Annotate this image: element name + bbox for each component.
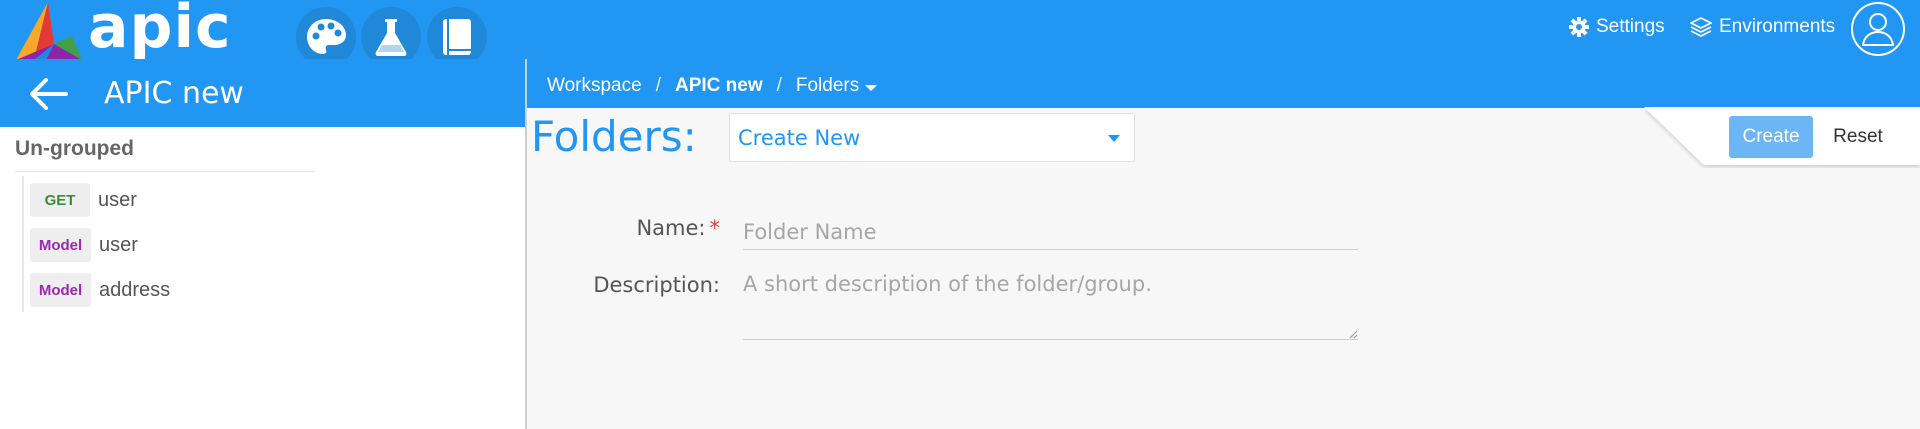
reset-button[interactable]: Reset (1822, 116, 1894, 158)
breadcrumb-folders: Folders (795, 75, 860, 96)
breadcrumb-folders-dropdown[interactable]: Folders (795, 75, 878, 97)
arrow-left-icon (30, 78, 68, 110)
gear-icon (1569, 17, 1589, 37)
breadcrumb: Workspace / APIC new / Folders (547, 75, 878, 97)
create-button[interactable]: Create (1729, 116, 1813, 158)
project-header: APIC new (0, 59, 526, 127)
tree-item-get-user[interactable]: GET user (30, 182, 137, 218)
folder-description-input[interactable] (743, 272, 1358, 340)
name-label: Name: * (560, 216, 720, 240)
get-method-badge: GET (30, 183, 90, 217)
tree-item-label: address (99, 278, 171, 301)
project-title: APIC new (104, 76, 244, 111)
required-mark: * (709, 216, 721, 240)
docs-button[interactable] (427, 7, 487, 67)
tree-guide-line (22, 176, 24, 312)
caret-down-icon (1108, 135, 1120, 142)
user-icon (1861, 13, 1895, 46)
top-navbar: apic Settings Environments (0, 0, 1920, 67)
tester-button[interactable] (361, 7, 421, 67)
description-label: Description: (593, 273, 720, 297)
model-badge: Model (30, 273, 91, 307)
tree-item-model-address[interactable]: Model address (30, 272, 170, 308)
resize-grip-icon[interactable] (1349, 330, 1358, 339)
breadcrumb-separator: / (776, 75, 782, 96)
model-badge: Model (30, 228, 91, 262)
page-title: Folders: (531, 112, 697, 161)
group-divider (15, 171, 315, 172)
environments-link[interactable]: Environments (1690, 14, 1835, 40)
breadcrumb-separator: / (655, 75, 661, 96)
book-icon (443, 19, 471, 55)
layers-icon (1690, 17, 1712, 37)
back-button[interactable] (28, 77, 68, 115)
apic-logo-icon (16, 2, 82, 60)
tree-item-label: user (98, 188, 137, 211)
apic-logo[interactable]: apic (6, 0, 231, 64)
flask-icon (375, 19, 407, 56)
main-content: Folders: Create New (527, 107, 1920, 429)
environments-label: Environments (1719, 16, 1836, 37)
tree-item-label: user (99, 233, 138, 256)
tree-item-model-user[interactable]: Model user (30, 227, 138, 263)
user-avatar[interactable] (1851, 2, 1905, 56)
caret-down-icon (865, 84, 878, 91)
folder-select[interactable]: Create New (729, 113, 1135, 162)
logo-text: apic (88, 0, 232, 62)
breadcrumb-workspace[interactable]: Workspace (547, 75, 642, 97)
theme-button[interactable] (296, 7, 356, 67)
name-label-text: Name: (636, 216, 706, 240)
breadcrumb-project[interactable]: APIC new (675, 75, 763, 97)
folder-name-input[interactable] (743, 214, 1358, 250)
palette-icon (307, 19, 346, 54)
settings-link[interactable]: Settings (1569, 14, 1665, 40)
group-title[interactable]: Un-grouped (15, 137, 134, 161)
breadcrumb-bar: Workspace / APIC new / Folders (527, 59, 1920, 108)
settings-label: Settings (1596, 16, 1665, 37)
folder-select-value: Create New (738, 126, 861, 150)
